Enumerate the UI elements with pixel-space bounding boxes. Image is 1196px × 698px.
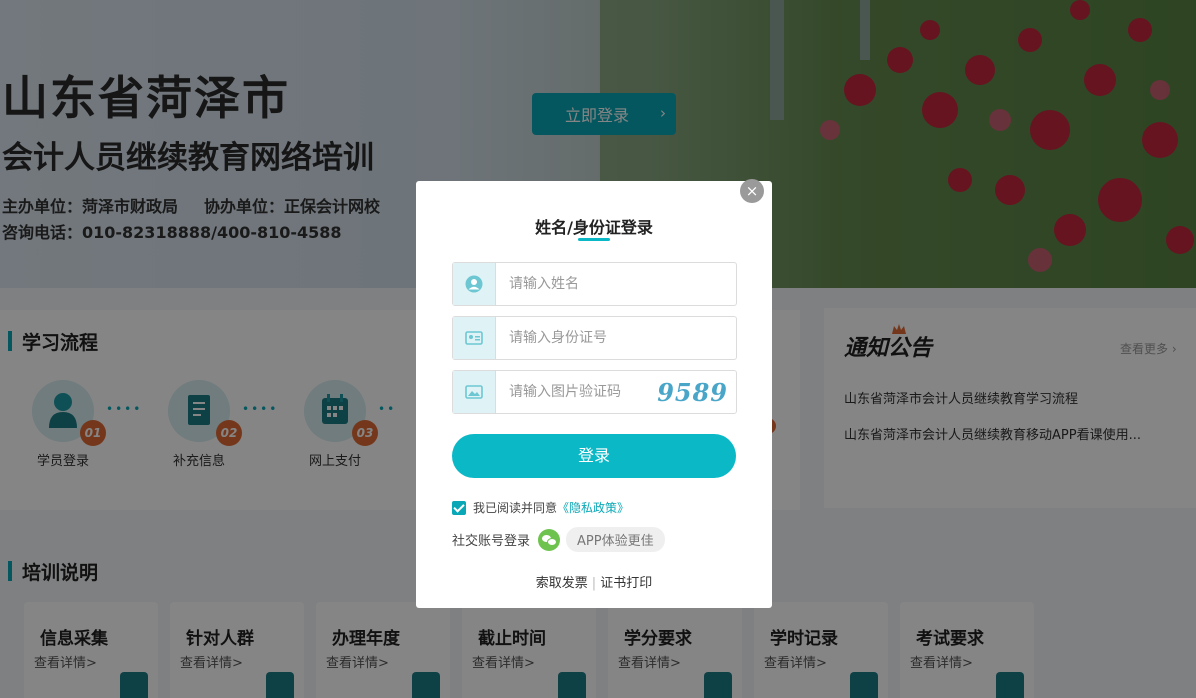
agree-text: 我已阅读并同意	[473, 501, 558, 515]
login-modal: × 姓名/身份证登录 请输入姓名 请输入身份证号 请输入图片验证码 9589 登…	[416, 179, 772, 608]
title-underline	[578, 238, 610, 241]
name-input[interactable]	[497, 263, 697, 305]
id-field	[452, 316, 737, 360]
captcha-field-icon-box	[453, 371, 496, 413]
captcha-field: 9589	[452, 370, 737, 414]
modal-footer-links: 索取发票 | 证书打印	[416, 572, 772, 591]
invoice-link[interactable]: 索取发票	[536, 576, 588, 591]
link-divider: |	[591, 576, 597, 591]
social-login-label: 社交账号登录	[452, 534, 531, 549]
privacy-agreement: 我已阅读并同意 《隐私政策》	[452, 499, 629, 516]
app-badge[interactable]: APP体验更佳	[566, 527, 665, 552]
certificate-print-link[interactable]: 证书打印	[600, 576, 652, 591]
social-login-row: 社交账号登录 APP体验更佳	[452, 527, 665, 552]
captcha-image[interactable]: 9589	[657, 378, 728, 407]
privacy-policy-link[interactable]: 《隐私政策》	[557, 499, 629, 516]
id-field-icon-box	[453, 317, 496, 359]
login-button[interactable]: 登录	[452, 434, 736, 478]
id-number-input[interactable]	[497, 317, 697, 359]
user-icon	[465, 275, 483, 293]
image-icon	[465, 385, 483, 399]
close-icon[interactable]: ×	[740, 179, 764, 203]
agree-checkbox[interactable]	[452, 500, 466, 515]
name-field-icon-box	[453, 263, 496, 305]
id-card-icon	[465, 331, 483, 345]
name-field	[452, 262, 737, 306]
modal-title: 姓名/身份证登录	[535, 218, 653, 237]
wechat-icon[interactable]	[538, 528, 561, 551]
